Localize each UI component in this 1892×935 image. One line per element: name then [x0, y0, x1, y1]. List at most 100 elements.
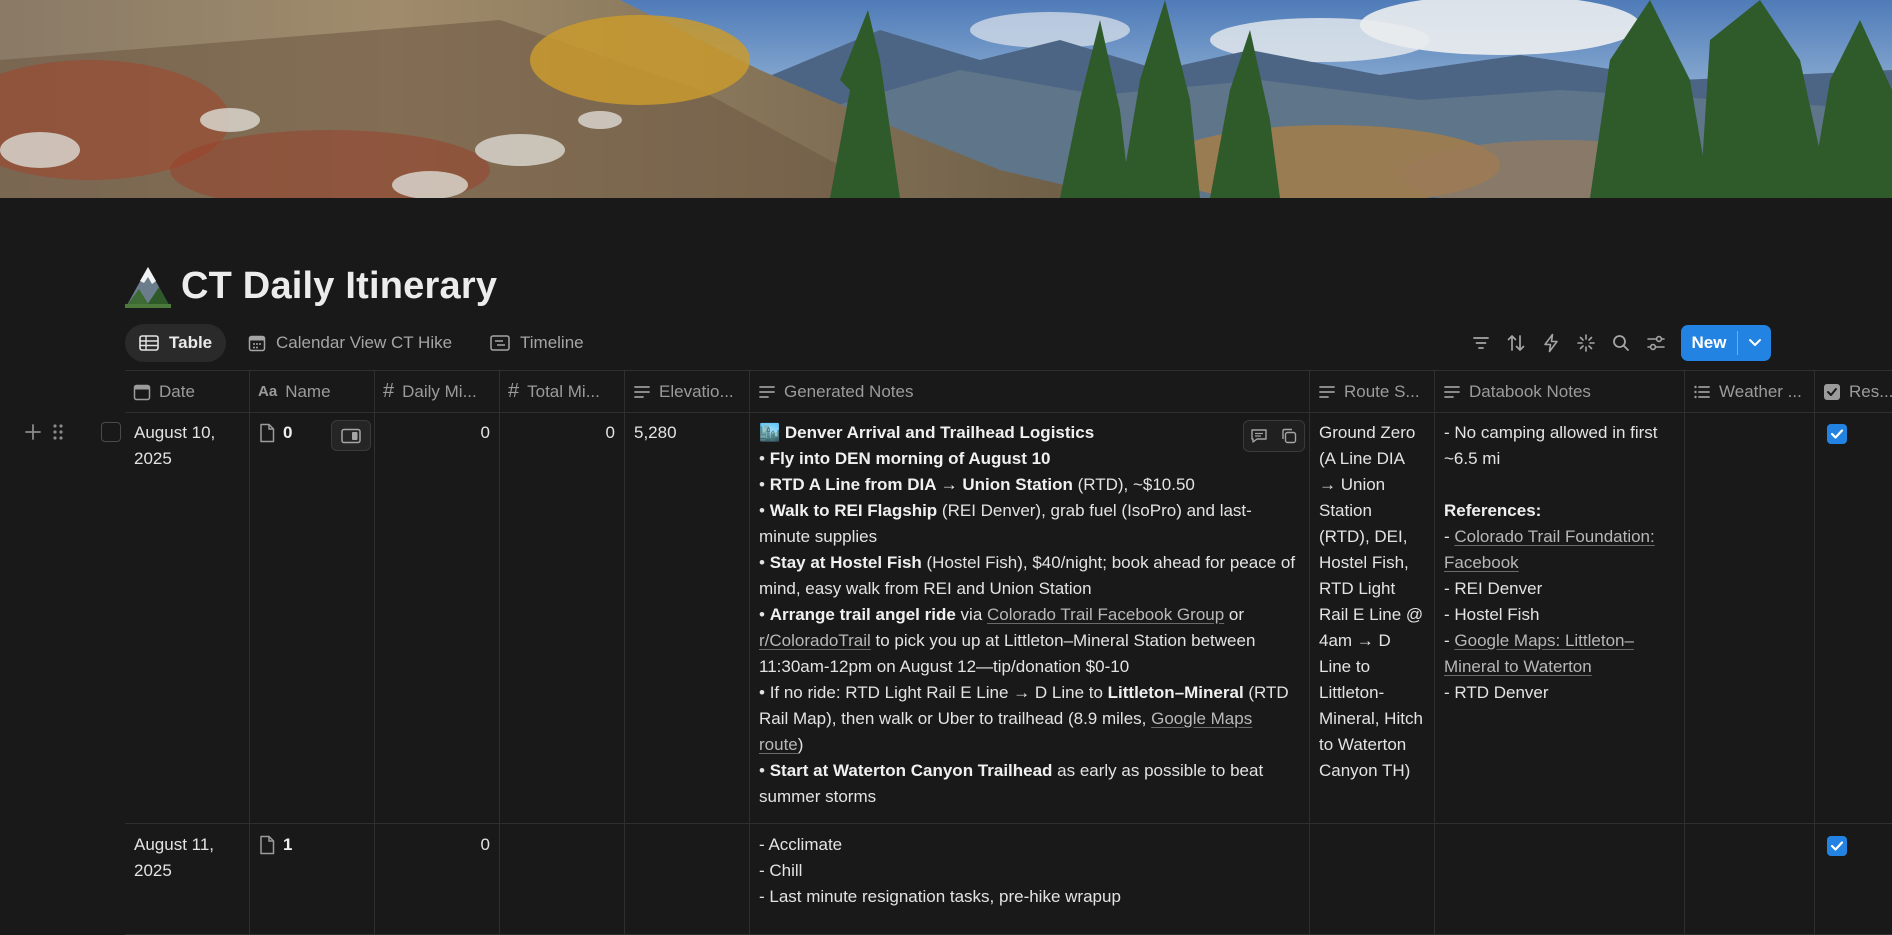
reserved-checkbox[interactable]	[1827, 424, 1847, 444]
notes-line: • Fly into DEN morning of August 10	[759, 449, 1051, 468]
sparkle-icon[interactable]	[1575, 332, 1597, 354]
daily-miles-cell[interactable]: 0	[375, 412, 500, 823]
reserved-checkbox[interactable]	[1827, 836, 1847, 856]
page-name: 1	[283, 835, 293, 854]
tab-timeline[interactable]: Timeline	[476, 324, 598, 362]
column-label: Weather ...	[1719, 381, 1802, 401]
tab-label: Table	[169, 333, 213, 352]
text-lines-icon	[1444, 385, 1460, 398]
column-label: Elevatio...	[659, 381, 734, 401]
route-cell[interactable]	[1310, 824, 1435, 934]
tab-label: Calendar View CT Hike	[276, 333, 453, 352]
checkmark-icon	[1830, 429, 1844, 439]
page-icon	[260, 835, 275, 855]
plus-icon[interactable]	[23, 422, 43, 442]
search-icon[interactable]	[1610, 332, 1632, 354]
column-label: Date	[159, 381, 195, 401]
chevron-down-icon	[1748, 339, 1761, 346]
notes-line: • Walk to REI Flagship (REI Denver), gra…	[759, 501, 1252, 546]
generated-notes-cell[interactable]: - Acclimate - Chill - Last minute resign…	[750, 824, 1310, 934]
column-header-date[interactable]: Date	[125, 371, 250, 412]
comment-icon[interactable]	[1244, 421, 1274, 451]
cover-image	[0, 0, 1892, 198]
column-header-databook-notes[interactable]: Databook Notes	[1435, 371, 1685, 412]
lightning-icon[interactable]	[1540, 332, 1562, 354]
mountain-icon[interactable]	[125, 263, 171, 309]
column-label: Name	[285, 381, 331, 401]
side-peek-icon	[341, 428, 361, 443]
notes-line: • If no ride: RTD Light Rail E Line → D …	[759, 683, 1289, 754]
open-page-button[interactable]	[331, 420, 371, 451]
new-button-group: New	[1681, 325, 1771, 361]
total-miles-cell[interactable]	[500, 824, 625, 934]
column-label: Res...	[1849, 381, 1892, 401]
hash-icon: #	[508, 380, 520, 402]
page-name: 0	[283, 423, 293, 442]
copy-icon[interactable]	[1274, 421, 1304, 451]
drag-handle-icon[interactable]	[51, 422, 65, 442]
reserved-cell[interactable]	[1815, 824, 1892, 934]
name-cell[interactable]: 0	[250, 412, 375, 823]
tab-table[interactable]: Table	[125, 324, 227, 362]
date-cell[interactable]: August 11, 2025	[125, 824, 250, 934]
table-row[interactable]: August 11, 2025 1 0 - Acclimate - Chill …	[125, 824, 1892, 935]
calendar-icon	[248, 335, 266, 352]
route-cell[interactable]: Ground Zero (A Line DIA → Union Station …	[1310, 412, 1435, 823]
name-cell[interactable]: 1	[250, 824, 375, 934]
date-cell[interactable]: August 10, 2025	[125, 412, 250, 823]
notes-line: • Start at Waterton Canyon Trailhead as …	[759, 761, 1264, 806]
column-label: Daily Mi...	[402, 381, 477, 401]
notes-line: • Arrange trail angel ride via Colorado …	[759, 605, 1256, 676]
settings-sliders-icon[interactable]	[1645, 332, 1667, 354]
column-header-reserved[interactable]: Res...	[1815, 371, 1892, 412]
page-title[interactable]: CT Daily Itinerary	[181, 265, 497, 308]
calendar-icon	[133, 384, 151, 400]
google-maps-link[interactable]: Google Maps: Littleton–Mineral to Watert…	[1444, 631, 1634, 676]
table-icon	[139, 335, 159, 351]
column-header-name[interactable]: Aa Name	[250, 371, 375, 412]
weather-cell[interactable]	[1685, 412, 1815, 823]
elevation-cell[interactable]: 5,280	[625, 412, 750, 823]
generated-notes-cell[interactable]: 🏙️ Denver Arrival and Trailhead Logistic…	[750, 412, 1310, 823]
tab-calendar-view[interactable]: Calendar View CT Hike	[234, 324, 466, 362]
column-header-total-miles[interactable]: # Total Mi...	[500, 371, 625, 412]
new-button[interactable]: New	[1681, 325, 1737, 361]
view-bar: Table Calendar View CT Hike Timeline New	[125, 322, 1771, 364]
checkbox-icon	[1824, 383, 1840, 400]
text-lines-icon	[1319, 385, 1335, 398]
column-header-elevation[interactable]: Elevatio...	[625, 371, 750, 412]
column-label: Generated Notes	[784, 381, 914, 401]
page-icon	[260, 423, 275, 443]
notes-line: • Stay at Hostel Fish (Hostel Fish), $40…	[759, 553, 1296, 598]
row-select-checkbox[interactable]	[101, 422, 121, 442]
filter-icon[interactable]	[1470, 332, 1492, 354]
databook-notes-cell[interactable]: - No camping allowed in first ~6.5 mi Re…	[1435, 412, 1685, 823]
reddit-link[interactable]: r/ColoradoTrail	[759, 631, 871, 650]
column-header-daily-miles[interactable]: # Daily Mi...	[375, 371, 500, 412]
checkmark-icon	[1830, 841, 1844, 851]
elevation-cell[interactable]	[625, 824, 750, 934]
text-aa-icon: Aa	[258, 383, 278, 400]
tab-label: Timeline	[520, 333, 584, 352]
notes-line: • RTD A Line from DIA → Union Station (R…	[759, 475, 1195, 494]
ctf-facebook-link[interactable]: Colorado Trail Foundation: Facebook	[1444, 527, 1655, 572]
text-lines-icon	[759, 385, 775, 398]
total-miles-cell[interactable]: 0	[500, 412, 625, 823]
column-header-generated-notes[interactable]: Generated Notes	[750, 371, 1310, 412]
new-options-button[interactable]	[1738, 325, 1771, 361]
list-icon	[1694, 385, 1710, 398]
row-gutter	[23, 422, 121, 442]
page-header: CT Daily Itinerary	[125, 258, 497, 314]
table-row[interactable]: August 10, 2025 0 0 0 5,280 🏙️ Denver Ar…	[125, 412, 1892, 824]
databook-notes-cell[interactable]	[1435, 824, 1685, 934]
column-label: Route S...	[1344, 381, 1420, 401]
text-lines-icon	[634, 385, 650, 398]
facebook-group-link[interactable]: Colorado Trail Facebook Group	[987, 605, 1224, 624]
column-header-weather[interactable]: Weather ...	[1685, 371, 1815, 412]
weather-cell[interactable]	[1685, 824, 1815, 934]
daily-miles-cell[interactable]: 0	[375, 824, 500, 934]
sort-icon[interactable]	[1505, 332, 1527, 354]
timeline-icon	[490, 335, 510, 351]
reserved-cell[interactable]	[1815, 412, 1892, 823]
column-header-route[interactable]: Route S...	[1310, 371, 1435, 412]
